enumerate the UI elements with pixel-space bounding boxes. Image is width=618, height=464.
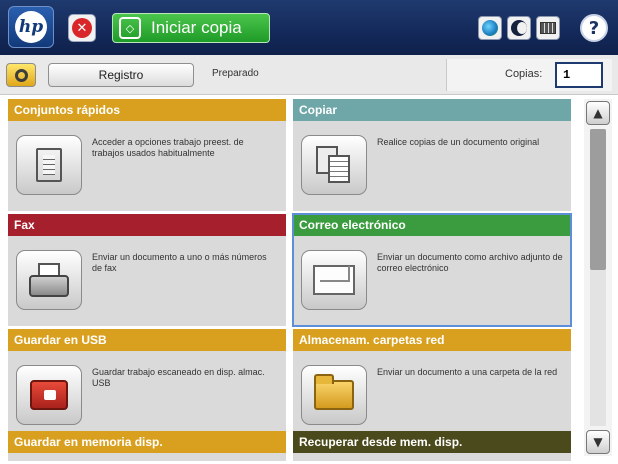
quick-sets-icon (16, 135, 82, 195)
tile-title: Guardar en USB (8, 329, 286, 351)
tile-fax[interactable]: Fax Enviar un documento a uno o más núme… (8, 214, 286, 326)
hp-logo-text: hp (15, 11, 47, 43)
scrollbar[interactable]: ▲ ▼ (584, 99, 612, 456)
keyboard-icon[interactable] (536, 16, 560, 40)
tile-description: Guardar trabajo escaneado en disp. almac… (92, 367, 265, 388)
top-bar: hp ✕ ◇ Iniciar copia ? (0, 0, 618, 55)
copy-icon (301, 135, 367, 195)
tile-title: Conjuntos rápidos (8, 99, 286, 121)
tile-description: Enviar un documento a una carpeta de la … (377, 367, 558, 377)
hp-logo-icon[interactable]: hp (8, 6, 54, 48)
scroll-thumb[interactable] (590, 129, 606, 270)
scroll-track[interactable] (590, 129, 606, 426)
start-copy-icon: ◇ (119, 17, 141, 39)
network-folder-icon (301, 365, 367, 425)
usb-save-icon (16, 365, 82, 425)
status-text: Preparado (212, 68, 259, 79)
home-icon (14, 68, 28, 82)
status-bar: Registro Preparado Copias: 1 (0, 55, 618, 95)
tile-description: Realice copias de un documento original (377, 137, 540, 147)
tile-title: Guardar en memoria disp. (8, 431, 286, 453)
scroll-down-button[interactable]: ▼ (586, 430, 610, 454)
scroll-up-button[interactable]: ▲ (586, 101, 610, 125)
tile-title: Copiar (293, 99, 571, 121)
stop-button[interactable]: ✕ (68, 14, 96, 42)
home-button[interactable] (6, 63, 36, 87)
tile-copiar[interactable]: Copiar Realice copias de un documento or… (293, 99, 571, 211)
tile-title: Recuperar desde mem. disp. (293, 431, 571, 453)
tile-description: Acceder a opciones trabajo preest. de tr… (92, 137, 244, 158)
tile-title: Almacenam. carpetas red (293, 329, 571, 351)
tile-title: Fax (8, 214, 286, 236)
apps-grid: Conjuntos rápidos Acceder a opciones tra… (0, 95, 618, 464)
tile-title: Correo electrónico (293, 214, 571, 236)
tile-guardar-en-usb[interactable]: Guardar en USB Guardar trabajo escaneado… (8, 329, 286, 441)
tile-description: Enviar un documento a uno o más números … (92, 252, 267, 273)
sleep-icon[interactable] (507, 16, 531, 40)
fax-icon (16, 250, 82, 310)
copies-input[interactable]: 1 (555, 62, 603, 88)
help-button[interactable]: ? (580, 14, 608, 42)
tile-guardar-en-memoria-disp[interactable]: Guardar en memoria disp. (8, 431, 286, 461)
tile-almacenam-carpetas-red[interactable]: Almacenam. carpetas red Enviar un docume… (293, 329, 571, 441)
start-copy-label: Iniciar copia (151, 18, 242, 37)
copies-label: Copias: (505, 68, 543, 80)
tile-conjuntos-rapidos[interactable]: Conjuntos rápidos Acceder a opciones tra… (8, 99, 286, 211)
email-icon (301, 250, 367, 310)
start-copy-button[interactable]: ◇ Iniciar copia (112, 13, 270, 43)
tile-recuperar-desde-mem-disp[interactable]: Recuperar desde mem. disp. (293, 431, 571, 461)
copies-area: Copias: 1 (446, 59, 612, 91)
tile-description: Enviar un documento como archivo adjunto… (377, 252, 563, 273)
tile-correo-electronico[interactable]: Correo electrónico Enviar un documento c… (292, 213, 572, 327)
stop-icon: ✕ (72, 18, 92, 38)
network-globe-icon[interactable] (478, 16, 502, 40)
registro-button[interactable]: Registro (48, 63, 194, 87)
